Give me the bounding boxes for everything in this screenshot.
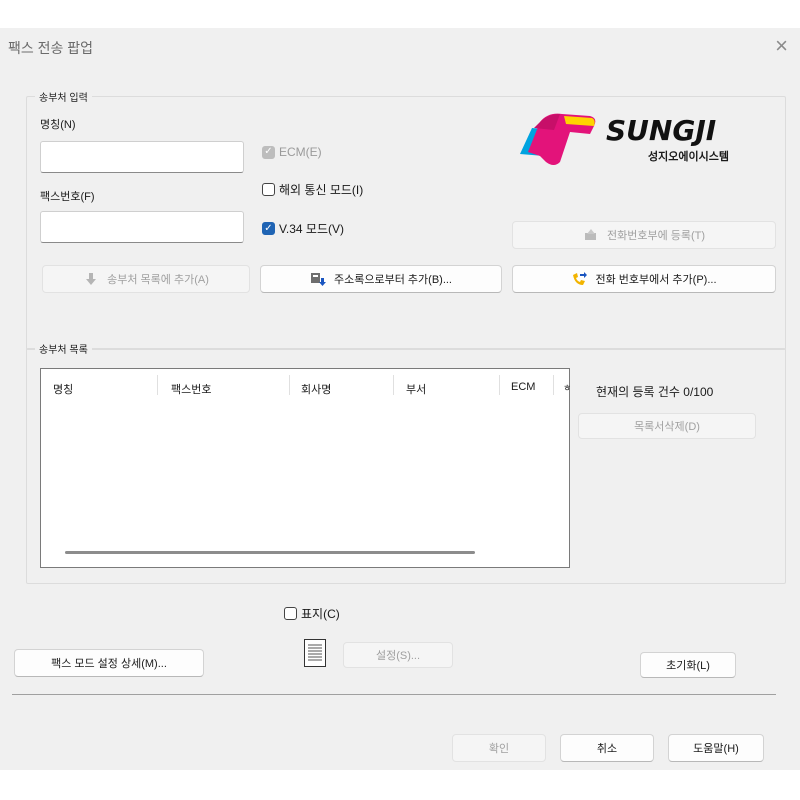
add-from-phonebook-button[interactable]: 전화 번호부에서 추가(P)... bbox=[512, 265, 776, 293]
fax-number-label: 팩스번호(F) bbox=[40, 191, 95, 203]
fax-send-dialog: 팩스 전송 팝업 × 송부처 입력 명칭(N) 팩스번호(F) ✓ ECM(E)… bbox=[0, 28, 800, 770]
fax-number-field[interactable] bbox=[40, 211, 244, 243]
help-label: 도움말(H) bbox=[693, 743, 739, 755]
name-field[interactable] bbox=[40, 141, 244, 173]
title-bar: 팩스 전송 팝업 × bbox=[0, 28, 800, 68]
logo-subtitle: 성지오에이시스템 bbox=[648, 151, 729, 163]
help-button[interactable]: 도움말(H) bbox=[668, 734, 764, 762]
separator bbox=[12, 694, 776, 695]
fax-mode-detail-label: 팩스 모드 설정 상세(M)... bbox=[51, 658, 167, 670]
add-to-list-label: 송부처 목록에 추가(A) bbox=[107, 274, 209, 286]
registration-count: 현재의 등록 건수 0/100 bbox=[596, 385, 714, 399]
name-label: 명칭(N) bbox=[40, 119, 76, 131]
cancel-label: 취소 bbox=[596, 743, 618, 755]
overseas-mode-label: 해외 통신 모드(I) bbox=[279, 183, 364, 197]
cancel-button[interactable]: 취소 bbox=[560, 734, 654, 762]
ecm-label: ECM(E) bbox=[279, 145, 322, 159]
v34-mode-label: V.34 모드(V) bbox=[279, 222, 344, 236]
cover-label: 표지(C) bbox=[301, 607, 340, 621]
add-from-addressbook-label: 주소록으로부터 추가(B)... bbox=[334, 274, 452, 286]
column-header-company[interactable]: 회사명 bbox=[301, 381, 331, 397]
check-icon: ✓ bbox=[262, 222, 275, 235]
checkbox-box bbox=[284, 607, 297, 620]
overseas-mode-checkbox[interactable]: 해외 통신 모드(I) bbox=[262, 181, 363, 198]
check-icon: ✓ bbox=[262, 145, 275, 159]
arrow-down-icon bbox=[83, 272, 99, 286]
add-to-list-button[interactable]: 송부처 목록에 추가(A) bbox=[42, 265, 250, 293]
recipient-list-legend: 송부처 목록 bbox=[35, 341, 92, 356]
add-from-addressbook-button[interactable]: 주소록으로부터 추가(B)... bbox=[260, 265, 502, 293]
close-icon[interactable]: × bbox=[775, 34, 788, 58]
register-phonebook-label: 전화번호부에 등록(T) bbox=[606, 230, 706, 242]
reset-label: 초기화(L) bbox=[666, 660, 710, 672]
ok-label: 확인 bbox=[488, 743, 510, 755]
cover-settings-label: 설정(S)... bbox=[375, 650, 421, 662]
phonebook-icon bbox=[583, 228, 599, 242]
reset-button[interactable]: 초기화(L) bbox=[640, 652, 736, 678]
dialog-title: 팩스 전송 팝업 bbox=[8, 40, 94, 56]
addressbook-icon bbox=[310, 272, 327, 286]
cover-checkbox[interactable]: 표지(C) bbox=[284, 605, 340, 622]
phone-transfer-icon bbox=[571, 272, 588, 286]
ok-button[interactable]: 확인 bbox=[452, 734, 546, 762]
recipient-input-legend: 송부처 입력 bbox=[35, 89, 92, 104]
cover-settings-button[interactable]: 설정(S)... bbox=[343, 642, 453, 668]
ecm-checkbox[interactable]: ✓ ECM(E) bbox=[262, 145, 322, 159]
delete-from-list-button[interactable]: 목록서삭제(D) bbox=[578, 413, 756, 439]
register-phonebook-button[interactable]: 전화번호부에 등록(T) bbox=[512, 221, 776, 249]
horizontal-scrollbar[interactable] bbox=[65, 551, 475, 554]
add-from-phonebook-label: 전화 번호부에서 추가(P)... bbox=[595, 274, 717, 286]
column-header-fax-number[interactable]: 팩스번호 bbox=[171, 381, 211, 397]
sungji-logo: SUNGJI 성지오에이시스템 bbox=[518, 106, 778, 168]
v34-mode-checkbox[interactable]: ✓ V.34 모드(V) bbox=[262, 220, 344, 237]
column-header-department[interactable]: 부서 bbox=[406, 381, 426, 397]
column-header-ecm[interactable]: ECM bbox=[511, 381, 535, 393]
column-header-truncated[interactable]: ㅎ bbox=[563, 381, 571, 394]
recipient-list[interactable]: 명칭 팩스번호 회사명 부서 ECM ㅎ bbox=[40, 368, 571, 568]
svg-text:SUNGJI: SUNGJI bbox=[606, 114, 716, 147]
fax-mode-detail-button[interactable]: 팩스 모드 설정 상세(M)... bbox=[14, 649, 204, 677]
document-icon bbox=[304, 639, 326, 667]
delete-from-list-label: 목록서삭제(D) bbox=[634, 421, 700, 433]
checkbox-box bbox=[262, 183, 275, 196]
column-header-name[interactable]: 명칭 bbox=[53, 381, 73, 397]
